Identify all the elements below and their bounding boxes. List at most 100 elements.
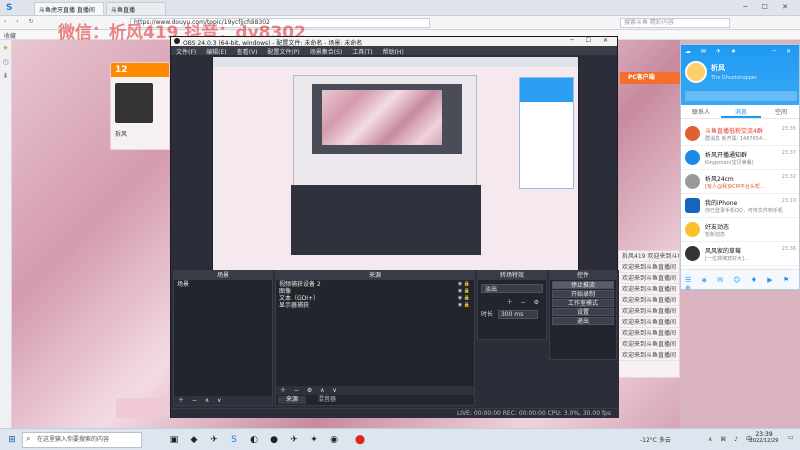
obs-window: OBS 24.0.3 (64-bit, windows) - 配置文件: 未命名… (170, 36, 619, 418)
tab-sources[interactable]: 来源 (278, 396, 307, 404)
avatar (685, 150, 700, 165)
app-icon[interactable]: ◐ (248, 434, 260, 446)
source-item[interactable]: 显示器捕获 (279, 302, 471, 309)
source-item[interactable]: 文本（GDI+） (279, 295, 471, 302)
browser-search-input[interactable]: 搜索斗鱼 精彩内容 (620, 18, 730, 28)
qq-nickname: 析风 (711, 64, 725, 72)
avatar (685, 246, 700, 261)
app-icon[interactable]: ✈ (208, 434, 220, 446)
list-item: 欢迎来到斗鱼直播间 (619, 350, 679, 361)
preview-browser-bar (213, 57, 578, 67)
taskbar-search-input[interactable]: 在这里输入你要搜索的内容 (22, 432, 142, 448)
app-icon[interactable]: ◆ (188, 434, 200, 446)
start-recording-button[interactable]: 开始录制 (552, 290, 614, 298)
obs-preview[interactable] (212, 57, 579, 297)
list-item: 欢迎来到斗鱼直播间 (619, 328, 679, 339)
list-item[interactable]: 好友动态 暂新动态 (681, 219, 799, 242)
streamer-name: 拆风 (115, 131, 128, 138)
qq-signature[interactable]: The Ghostshopper (711, 75, 757, 81)
weather-widget[interactable]: -12°C 多云 (640, 435, 671, 444)
list-item[interactable]: 析风开播通知群 Kingsman(宝贝美餐) 23:37 (681, 147, 799, 170)
stop-streaming-button[interactable]: 停止推流 (552, 281, 614, 289)
list-item: 欢迎来到斗鱼直播间 (619, 306, 679, 317)
obs-window-controls-icon[interactable]: ─ ☐ ✕ (570, 37, 613, 44)
tab-contacts[interactable]: 联系人 (681, 107, 721, 116)
transitions-dock-title: 转场特效 (478, 271, 546, 280)
obs-title-bar: OBS 24.0.3 (64-bit, windows) - 配置文件: 未命名… (171, 37, 617, 47)
tab-space[interactable]: 空间 (761, 107, 800, 116)
transitions-dock: 转场特效 淡出 ＋ − ⚙ 时长 300 ms (477, 270, 547, 340)
scenes-dock: 场景 场景 ＋ − ∧ ∨ (173, 270, 273, 406)
browser-tab-2[interactable]: 斗鱼直播 (106, 2, 166, 15)
start-menu-icon[interactable]: ⊞ (6, 434, 18, 446)
scenes-toolbar-icon[interactable]: ＋ − ∧ ∨ (174, 396, 272, 405)
obs-menu-bar: 文件(F) 编辑(E) 查看(V) 配置文件(P) 场景集合(S) 工具(T) 帮助(H) (171, 46, 617, 57)
tab-mixer[interactable]: 混音器 (312, 396, 342, 404)
menu-edit[interactable]: 编辑(E) (201, 46, 231, 57)
duration-input[interactable]: 300 ms (497, 310, 538, 319)
qq-search-input[interactable] (685, 91, 797, 101)
app-icon[interactable]: ✈ (288, 434, 300, 446)
menu-tools[interactable]: 工具(T) (347, 46, 377, 57)
exit-button[interactable]: 退出 (552, 317, 614, 325)
app-icon[interactable]: ◉ (328, 434, 340, 446)
pc-client-button[interactable]: PC客户端 (620, 72, 680, 84)
nav-buttons-icon[interactable]: ‹ › ↻ (4, 18, 38, 25)
star-icon (685, 222, 700, 237)
browser-sidebar: ★ ◷ ⬇ (0, 40, 12, 428)
source-item[interactable]: 视频捕获设备 2 (279, 281, 471, 288)
list-item: 拆风419 欢迎来到斗鱼直播间 (619, 251, 679, 262)
search-icon: ⌕ (26, 434, 31, 443)
streamer-avatar[interactable] (115, 83, 153, 123)
history-icon[interactable]: ◷ (0, 58, 11, 66)
preview-obs-docks (291, 185, 481, 255)
scene-item[interactable]: 场景 (177, 281, 269, 288)
window-controls-icon[interactable]: ─ ☐ ✕ (743, 3, 794, 11)
taskbar-clock[interactable]: 23:39 2022/12/29 (744, 431, 784, 444)
bookmark-item[interactable]: 收藏 (4, 31, 16, 40)
download-icon[interactable]: ⬇ (0, 72, 11, 80)
studio-mode-button[interactable]: 工作室模式 (552, 299, 614, 307)
browser-taskbar-icon[interactable]: S (228, 434, 240, 446)
taskbar: ⊞ 在这里输入你要搜索的内容 ⌕ ▣ ◆ ✈ S ◐ ● ✈ ✦ ◉ ⬤ -12… (0, 428, 800, 450)
duration-label: 时长 (481, 311, 494, 318)
app-icon[interactable]: ⬤ (354, 434, 366, 446)
qq-header: ☁ ✉ ✈ ★ ─ ✕ 析风 The Ghostshopper (681, 45, 799, 105)
list-item[interactable]: 风风家的草莓 [一位菲律宾好大]... 23:36 (681, 243, 799, 266)
browser-logo-icon: S (6, 3, 13, 13)
list-item: 欢迎来到斗鱼直播间 (619, 284, 679, 295)
browser-tab-1[interactable]: 斗鱼虎牙直播 直播间 (34, 2, 104, 15)
qq-window-controls-icon[interactable]: ─ ✕ (772, 48, 795, 55)
list-item[interactable]: 斗鱼直播低粉交流4群 群消息 新开黑: 1487654... 23:35 (681, 123, 799, 146)
app-icon[interactable]: ✦ (308, 434, 320, 446)
sources-toolbar-icon[interactable]: ＋ − ⚙ ∧ ∨ (276, 386, 474, 395)
menu-help[interactable]: 帮助(H) (378, 46, 409, 57)
controls-dock: 控件 停止推流 开始录制 工作室模式 设置 退出 (549, 270, 617, 360)
obs-taskbar-icon[interactable]: ● (268, 434, 280, 446)
task-view-icon[interactable]: ▣ (168, 434, 180, 446)
tab-messages[interactable]: 消息 (721, 107, 761, 118)
qq-app-icons[interactable]: ☰ ◈ ✉ ☺ ♦ ▶ ⚑ ⊕ (681, 270, 799, 298)
menu-scene-collection[interactable]: 场景集合(S) (305, 46, 348, 57)
list-item[interactable]: 我的iPhone 你已登录手机QQ，可传文件到手机 23:10 (681, 195, 799, 218)
avatar (685, 126, 700, 141)
menu-profile[interactable]: 配置文件(P) (262, 46, 304, 57)
notification-icon[interactable]: ▭ (788, 434, 794, 441)
list-item[interactable]: 析风24cm [有人@我]9CM平台头帮... 23:32 (681, 171, 799, 194)
qq-tab-bar: 联系人 消息 空间 (681, 105, 799, 119)
transition-add-remove-icon[interactable]: ＋ − ⚙ (478, 297, 546, 306)
menu-view[interactable]: 查看(V) (232, 46, 263, 57)
transition-select[interactable]: 淡出 (481, 284, 543, 293)
preview-nested-preview (312, 84, 462, 154)
preview-nested-image (322, 90, 442, 145)
menu-file[interactable]: 文件(F) (171, 46, 201, 57)
visibility-lock-icon[interactable]: ◉ 🔒 ◉ 🔒 ◉ 🔒 ◉ 🔒 (458, 281, 470, 309)
bg-gift-banner[interactable] (116, 398, 170, 418)
star-icon[interactable]: ★ (0, 44, 11, 52)
source-item[interactable]: 图像 (279, 288, 471, 295)
settings-button[interactable]: 设置 (552, 308, 614, 316)
obs-logo-icon (174, 38, 180, 44)
qq-avatar[interactable] (685, 61, 707, 83)
phone-icon (685, 198, 700, 213)
qq-top-icons[interactable]: ☁ ✉ ✈ ★ (685, 48, 740, 55)
